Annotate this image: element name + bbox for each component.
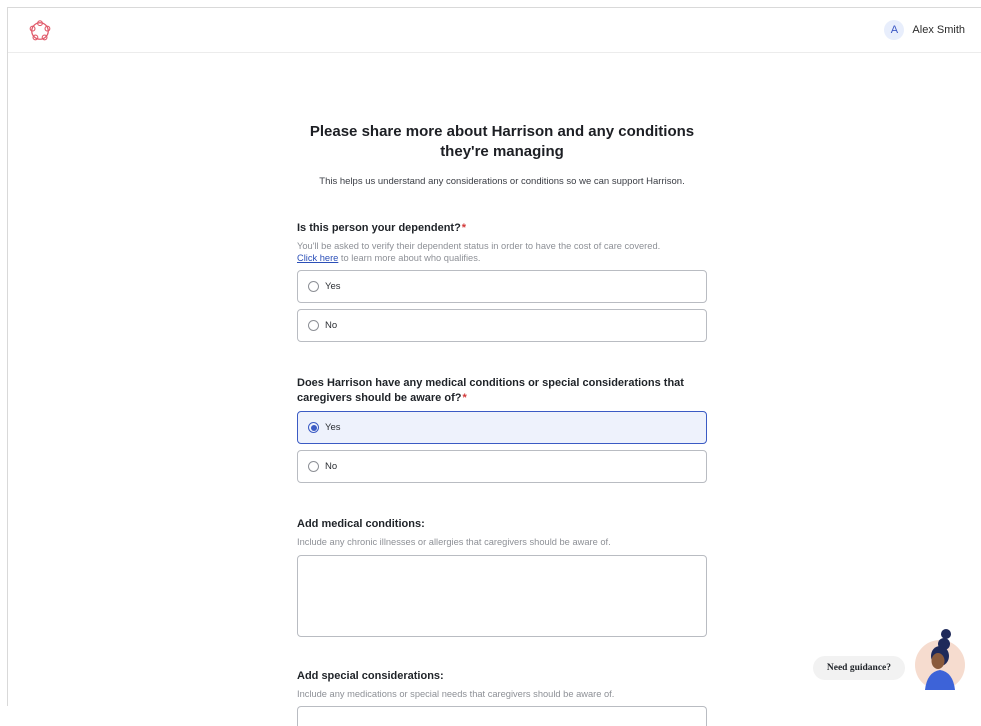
page-title-line1: Please share more about Harrison and any… [309,123,695,140]
radio-icon[interactable] [308,281,319,292]
question-conditions-line1: Does Harrison have any medical condition… [297,377,684,389]
special-considerations-section: Add special considerations: Include any … [297,669,707,726]
conditions-yes-option[interactable]: Yes [297,411,707,444]
dependent-yes-option[interactable]: Yes [297,270,707,303]
dependent-no-option[interactable]: No [297,309,707,342]
question-conditions-label: Does Harrison have any medical condition… [297,376,707,406]
question-dependent-label: Is this person your dependent?* [297,221,707,236]
user-menu[interactable]: A Alex Smith [884,20,965,40]
avatar[interactable]: A [884,20,905,40]
radio-selected-icon[interactable] [308,422,319,433]
option-label: Yes [325,281,341,292]
medical-conditions-textarea[interactable] [297,555,707,637]
required-mark: * [461,222,467,234]
hint-line1: You'll be asked to verify their dependen… [297,241,661,251]
question-dependent-text: Is this person your dependent? [297,222,461,234]
question-conditions-line2: caregivers should be aware of? [297,392,462,404]
option-label: No [325,320,338,331]
learn-more-link[interactable]: Click here [297,253,338,263]
user-name[interactable]: Alex Smith [912,24,965,36]
special-considerations-textarea[interactable] [297,706,707,726]
page-subtitle: This helps us understand any considerati… [319,176,685,187]
guide-person-icon [925,629,955,690]
top-bar: A Alex Smith [8,8,981,53]
hint-rest: to learn more about who qualifies. [338,253,481,263]
option-label: No [325,461,338,472]
question-dependent-hint: You'll be asked to verify their dependen… [297,240,707,264]
option-label: Yes [325,422,341,433]
page-title-line2: they're managing [440,143,564,160]
form-content: Please share more about Harrison and any… [297,122,707,726]
medical-conditions-hint: Include any chronic illnesses or allergi… [297,537,611,547]
required-mark: * [462,392,467,404]
medical-conditions-section: Add medical conditions: Include any chro… [297,517,707,637]
app-window: A Alex Smith Please share more about Har… [7,7,981,726]
need-guidance-button[interactable]: Need guidance? [812,656,905,680]
medical-conditions-label: Add medical conditions: [297,518,425,530]
conditions-no-option[interactable]: No [297,450,707,483]
question-conditions: Does Harrison have any medical condition… [297,376,707,483]
special-considerations-label: Add special considerations: [297,670,444,682]
radio-icon[interactable] [308,320,319,331]
guide-avatar[interactable] [915,629,965,690]
special-considerations-hint: Include any medications or special needs… [297,689,615,699]
radio-icon[interactable] [308,461,319,472]
question-dependent: Is this person your dependent?* You'll b… [297,221,707,342]
page-title: Please share more about Harrison and any… [297,122,707,162]
brand-logo-icon[interactable] [29,20,51,42]
